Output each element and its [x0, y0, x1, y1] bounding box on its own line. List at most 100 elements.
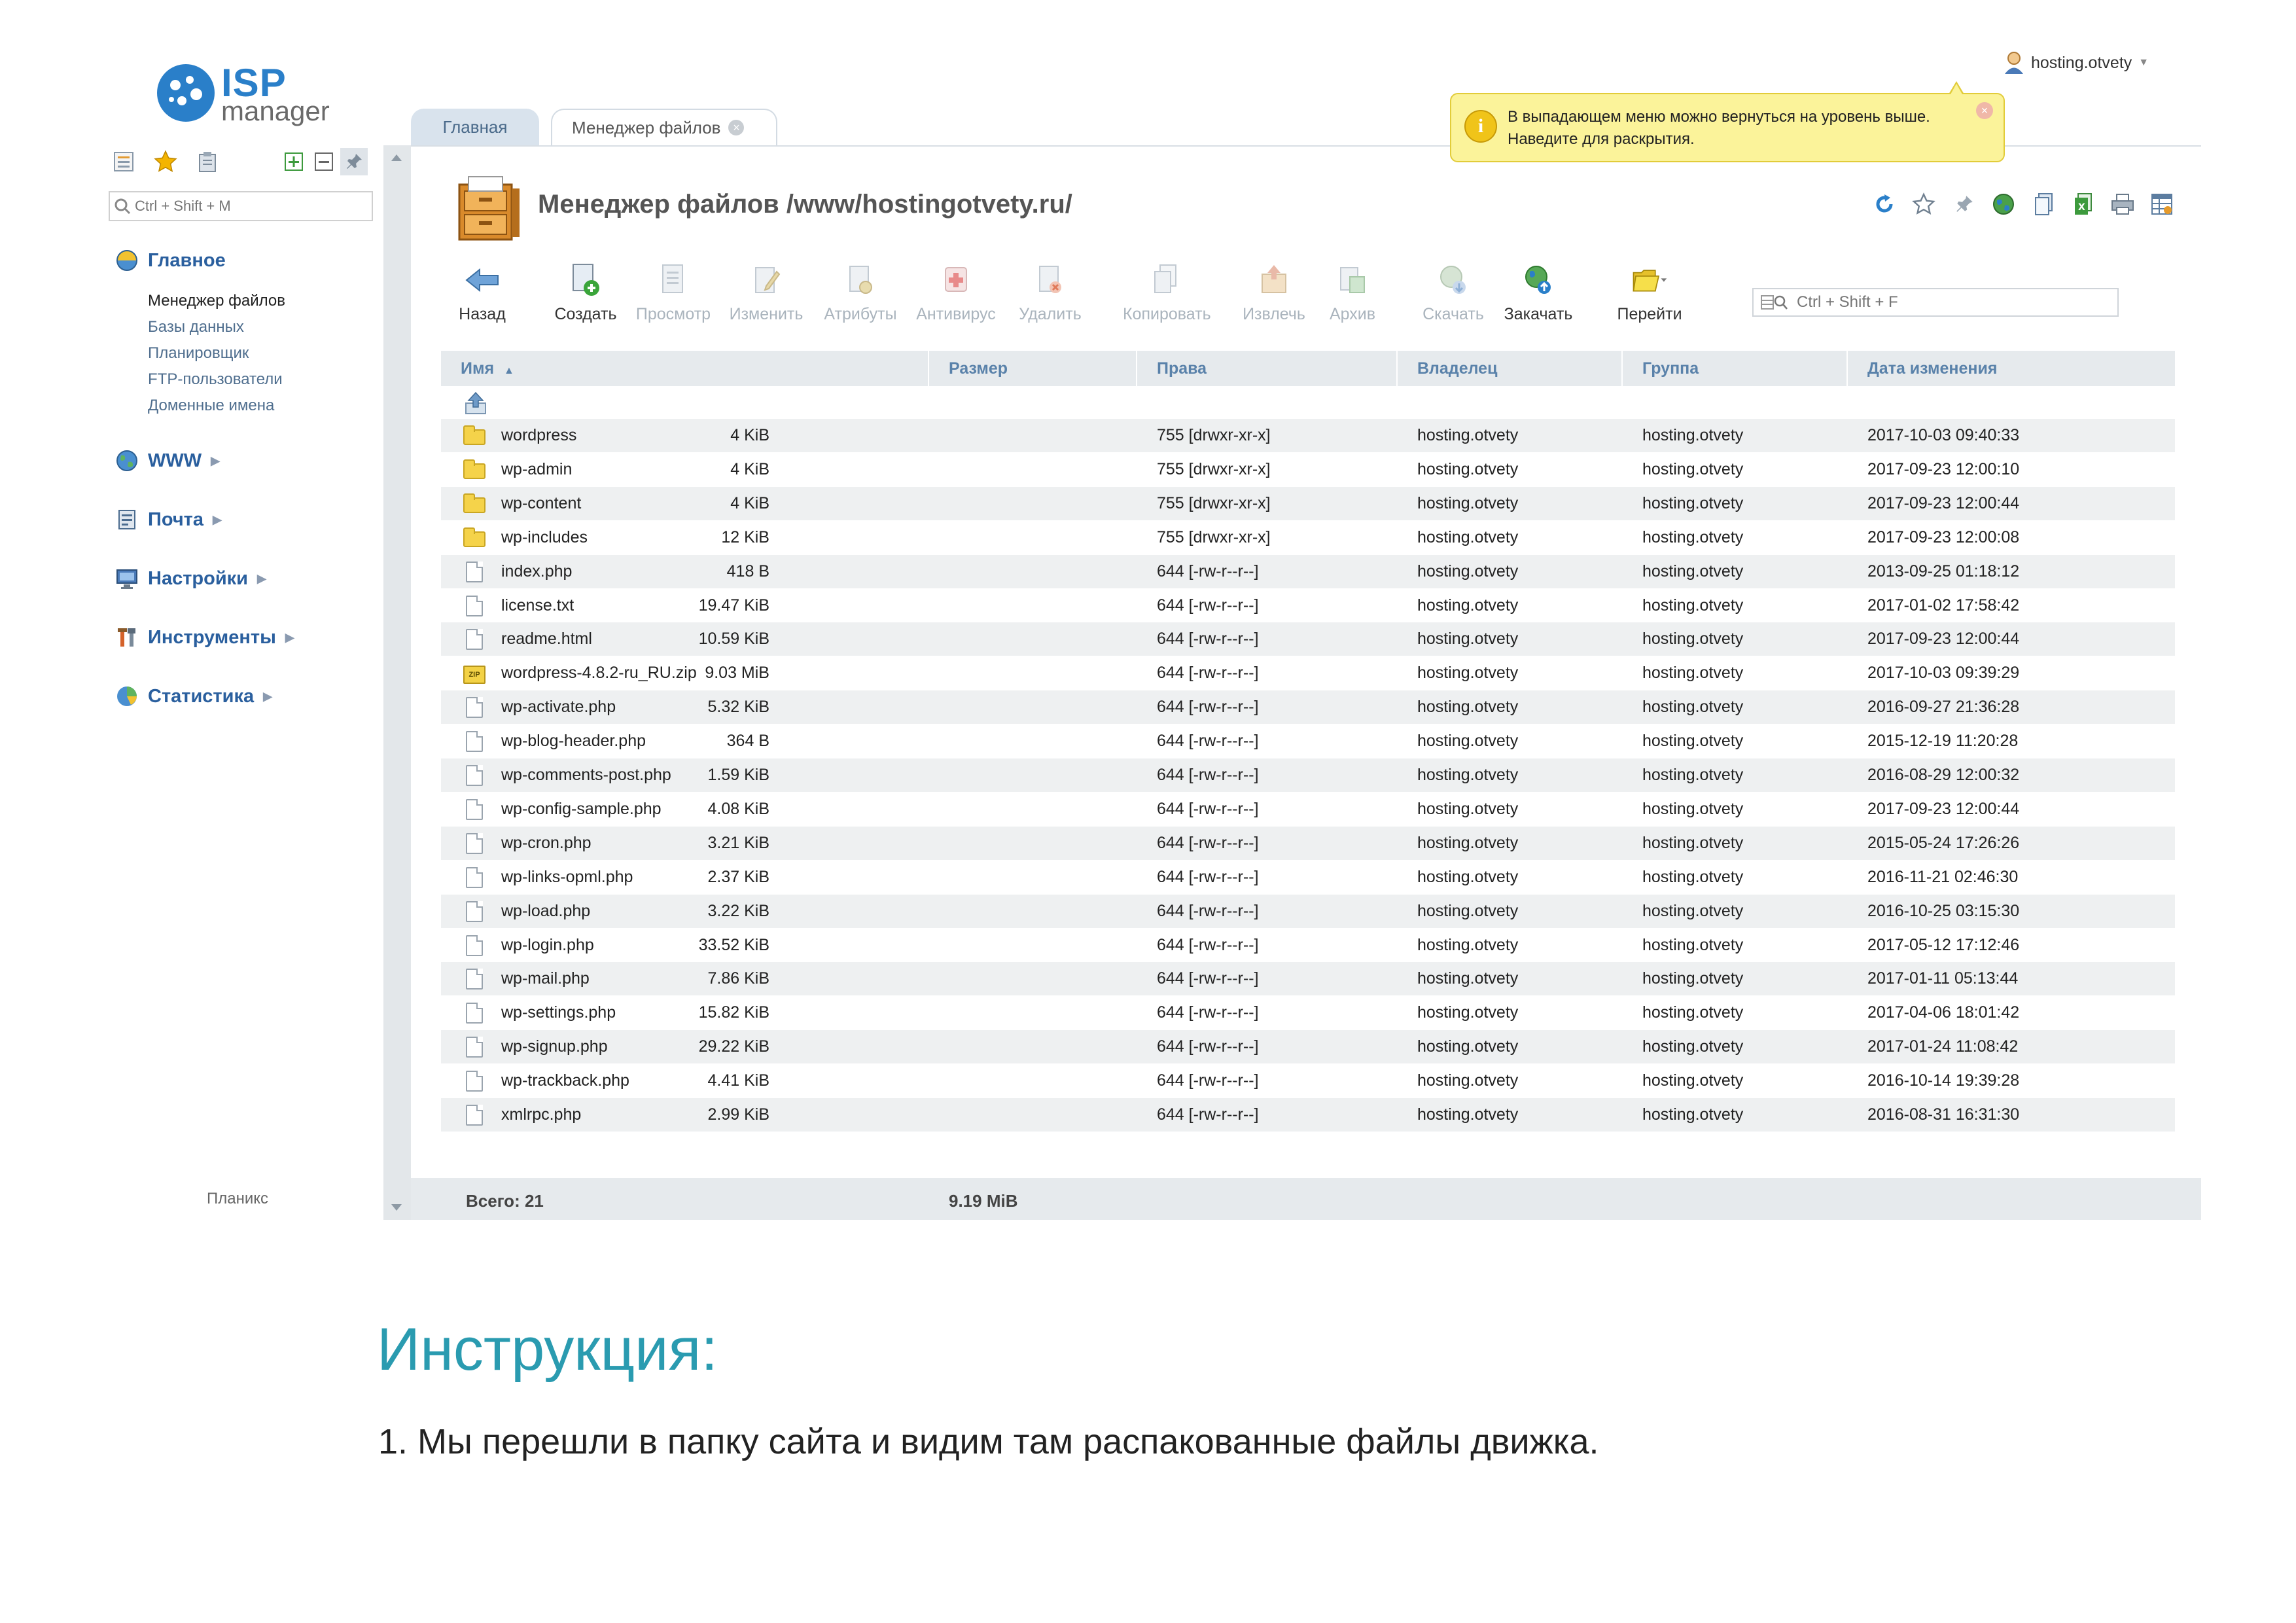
extract-button[interactable]: Извлечь — [1231, 262, 1316, 334]
sidebar-section-tools[interactable]: Инструменты ▶ — [115, 626, 294, 649]
file-group-cell: hosting.otvety — [1642, 766, 1744, 784]
table-row[interactable]: wp-blog-header.php 364 B 644 [-rw-r--r--] h… — [441, 724, 2175, 758]
globe-icon[interactable] — [1990, 191, 2017, 217]
parent-directory-row[interactable] — [441, 387, 2175, 419]
antivirus-button[interactable]: Антивирус — [913, 262, 998, 334]
collapse-all-icon[interactable] — [310, 148, 338, 175]
pin-icon[interactable] — [340, 148, 368, 175]
file-size-cell: 29.22 KiB — [698, 1037, 769, 1056]
table-row[interactable]: wp-settings.php 15.82 KiB 644 [-rw-r--r--]… — [441, 996, 2175, 1029]
upload-button[interactable]: Закачать — [1496, 262, 1581, 334]
copy-button[interactable]: Копировать — [1123, 262, 1211, 334]
tab-file-manager[interactable]: Менеджер файлов × — [551, 109, 777, 145]
tab-main[interactable]: Главная — [411, 109, 539, 145]
sidebar-section-www[interactable]: WWW ▶ — [115, 449, 220, 473]
copy-document-icon[interactable] — [2031, 191, 2057, 217]
file-icon — [466, 867, 483, 888]
sidebar-footer-planix[interactable]: Планикс — [207, 1190, 268, 1208]
sidebar-section-mail[interactable]: Почта ▶ — [115, 508, 222, 531]
column-header-date[interactable]: Дата изменения — [1848, 351, 2175, 386]
table-row[interactable]: xmlrpc.php 2.99 KiB 644 [-rw-r--r--] hostin… — [441, 1098, 2175, 1132]
back-button[interactable]: Назад — [440, 262, 525, 334]
create-button[interactable]: Создать — [543, 262, 628, 334]
file-permissions-cell: 644 [-rw-r--r--] — [1157, 596, 1259, 615]
refresh-icon[interactable] — [1871, 191, 1898, 217]
file-date-cell: 2017-01-11 05:13:44 — [1867, 969, 2019, 988]
view-button[interactable]: Просмотр — [631, 262, 716, 334]
table-row[interactable]: wp-admin 4 KiB 755 [drwxr-xr-x] hosting.otv… — [441, 453, 2175, 486]
print-icon[interactable] — [2110, 191, 2136, 217]
settings-monitor-icon — [116, 569, 137, 589]
table-search-input[interactable] — [1795, 293, 2112, 312]
close-tooltip-icon[interactable]: × — [1976, 102, 1993, 119]
table-row[interactable]: wp-cron.php 3.21 KiB 644 [-rw-r--r--] hosti… — [441, 827, 2175, 860]
table-row[interactable]: wp-activate.php 5.32 KiB 644 [-rw-r--r--] h… — [441, 690, 2175, 724]
clipboard-icon[interactable] — [194, 148, 221, 175]
edit-button[interactable]: Изменить — [724, 262, 809, 334]
column-header-size[interactable]: Размер — [929, 351, 1137, 386]
goto-button[interactable]: Перейти — [1607, 262, 1692, 334]
user-avatar-icon — [2005, 52, 2023, 74]
table-row[interactable]: wp-mail.php 7.86 KiB 644 [-rw-r--r--] hosti… — [441, 962, 2175, 995]
sidebar-item-domain-names[interactable]: Доменные имена — [148, 397, 274, 415]
user-menu[interactable]: hosting.otvety ▼ — [2004, 50, 2149, 76]
download-button[interactable]: Скачать — [1411, 262, 1496, 334]
sidebar-scroll-strip[interactable] — [383, 145, 411, 1220]
table-row[interactable]: wp-links-opml.php 2.37 KiB 644 [-rw-r--r--… — [441, 861, 2175, 894]
close-tab-icon[interactable]: × — [728, 120, 745, 135]
table-row[interactable]: wp-config-sample.php 4.08 KiB 644 [-rw-r--… — [441, 793, 2175, 826]
sidebar-section-settings[interactable]: Настройки ▶ — [115, 567, 266, 590]
file-icon — [466, 1105, 483, 1126]
table-row[interactable]: wp-includes 12 KiB 755 [drwxr-xr-x] hosting… — [441, 521, 2175, 554]
file-icon — [466, 596, 483, 616]
folder-icon — [463, 425, 486, 445]
table-settings-icon[interactable] — [2149, 191, 2175, 217]
file-date-cell: 2017-09-23 12:00:44 — [1867, 494, 2020, 512]
sidebar-item-ftp-users[interactable]: FTP-пользователи — [148, 370, 283, 389]
favorites-star-icon[interactable] — [152, 148, 179, 175]
logo-subtitle: manager — [221, 96, 330, 126]
attributes-button[interactable]: Атрибуты — [818, 262, 903, 334]
table-row[interactable]: wp-content 4 KiB 755 [drwxr-xr-x] hosting.o… — [441, 487, 2175, 520]
table-row[interactable]: wordpress 4 KiB 755 [drwxr-xr-x] hosting.ot… — [441, 419, 2175, 452]
table-row[interactable]: index.php 418 B 644 [-rw-r--r--] hosting.ot… — [441, 555, 2175, 588]
sidebar-section-main[interactable]: Главное — [115, 249, 226, 272]
table-row[interactable]: wp-login.php 33.52 KiB 644 [-rw-r--r--] hos… — [441, 929, 2175, 962]
file-date-cell: 2016-10-14 19:39:28 — [1867, 1071, 2020, 1090]
column-header-owner[interactable]: Владелец — [1398, 351, 1623, 386]
sidebar-item-scheduler[interactable]: Планировщик — [148, 344, 249, 363]
file-group-cell: hosting.otvety — [1642, 800, 1744, 818]
sidebar-search-field[interactable] — [109, 191, 373, 221]
table-row[interactable]: license.txt 19.47 KiB 644 [-rw-r--r--] host… — [441, 589, 2175, 622]
sidebar-item-databases[interactable]: Базы данных — [148, 318, 244, 336]
file-permissions-cell: 755 [drwxr-xr-x] — [1157, 528, 1271, 546]
table-row[interactable]: wp-signup.php 29.22 KiB 644 [-rw-r--r--] ho… — [441, 1030, 2175, 1063]
goto-folder-icon — [1631, 262, 1668, 298]
sidebar-search-input[interactable] — [133, 197, 352, 215]
table-row[interactable]: wp-trackback.php 4.41 KiB 644 [-rw-r--r--]… — [441, 1064, 2175, 1097]
file-icon — [466, 1071, 483, 1092]
column-header-name[interactable]: Имя ▲ — [441, 351, 929, 386]
sidebar-item-file-manager[interactable]: Менеджер файлов — [148, 292, 285, 310]
delete-button[interactable]: Удалить — [1008, 262, 1093, 334]
column-header-group[interactable]: Группа — [1623, 351, 1848, 386]
menu-list-icon[interactable] — [110, 148, 137, 175]
table-search-field[interactable] — [1752, 288, 2119, 317]
file-owner-cell: hosting.otvety — [1417, 766, 1519, 784]
file-permissions-cell: 644 [-rw-r--r--] — [1157, 698, 1259, 716]
pin-icon[interactable] — [1951, 191, 1977, 217]
scroll-down-icon[interactable] — [391, 1204, 402, 1211]
table-row[interactable]: wp-comments-post.php 1.59 KiB 644 [-rw-r--… — [441, 758, 2175, 792]
expand-all-icon[interactable] — [280, 148, 308, 175]
table-row[interactable]: ZIP wordpress-4.8.2-ru_RU.zip 9.03 MiB 644 … — [441, 656, 2175, 690]
table-row[interactable]: wp-load.php 3.22 KiB 644 [-rw-r--r--] hosti… — [441, 895, 2175, 928]
isp-manager-logo[interactable]: ISP manager — [156, 58, 339, 130]
table-row[interactable]: readme.html 10.59 KiB 644 [-rw-r--r--] host… — [441, 622, 2175, 656]
archive-button[interactable]: Архив — [1310, 262, 1395, 334]
excel-export-icon[interactable]: X — [2070, 191, 2096, 217]
sidebar-section-statistics[interactable]: Статистика ▶ — [115, 685, 272, 708]
scroll-up-icon[interactable] — [391, 154, 402, 161]
star-icon[interactable] — [1911, 191, 1937, 217]
column-header-permissions[interactable]: Права — [1137, 351, 1398, 386]
file-icon — [466, 833, 483, 854]
